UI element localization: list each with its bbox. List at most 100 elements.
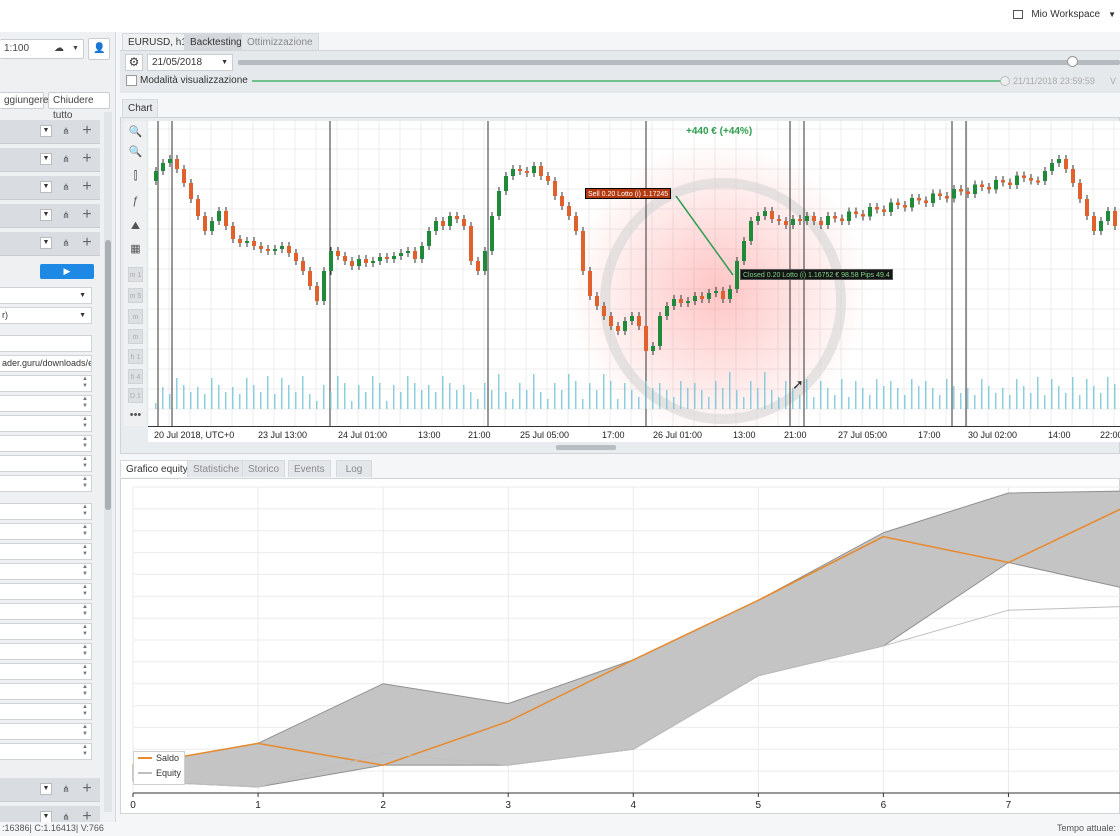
param-field[interactable]: ▲ ▼	[0, 583, 92, 600]
sliders-icon[interactable]: ⋔	[60, 153, 72, 165]
strategy-row[interactable]: ▼ ⋔ +	[0, 232, 100, 256]
stepper-icon[interactable]: ▲ ▼	[82, 664, 88, 678]
tab-equity[interactable]: Grafico equity	[120, 460, 194, 477]
stepper-icon[interactable]: ▲ ▼	[82, 396, 88, 410]
stepper-icon[interactable]: ▲ ▼	[82, 704, 88, 718]
plus-icon[interactable]: +	[80, 122, 94, 140]
tab-optimization[interactable]: Ottimizzazione	[241, 33, 319, 50]
param-field[interactable]: ▲ ▼	[0, 375, 92, 392]
start-date-input[interactable]: 21/05/2018 ▼	[147, 54, 233, 71]
tab-symbol[interactable]: EURUSD, h1	[122, 33, 193, 50]
plus-icon[interactable]: +	[80, 206, 94, 224]
objects-icon[interactable]: ⛰	[128, 219, 143, 234]
param-field[interactable]: ▲ ▼	[0, 475, 92, 492]
price-chart-svg[interactable]	[147, 121, 1120, 441]
param-field[interactable]: ▲ ▼	[0, 623, 92, 640]
layout-icon[interactable]	[1013, 10, 1024, 19]
workspace-label[interactable]: Mio Workspace	[1031, 9, 1100, 20]
equity-chart[interactable]: 0 1 2 3 4 5 6 7	[121, 479, 1120, 815]
indicator-icon[interactable]: ƒ	[128, 194, 143, 209]
chevron-down-icon[interactable]: ▼	[40, 237, 52, 249]
stepper-icon[interactable]: ▲ ▼	[82, 564, 88, 578]
timeframe-m1[interactable]: m 1	[128, 267, 143, 282]
tab-chart[interactable]: Chart	[122, 99, 159, 117]
plus-icon[interactable]: +	[80, 234, 94, 252]
strategy-row[interactable]: ▼ ⋔ +	[0, 120, 100, 144]
price-chart[interactable]: +440 € (+44%) Sell 0.20 Lotto (i) 1.1724…	[147, 121, 1120, 441]
sliders-icon[interactable]: ⋔	[60, 783, 72, 795]
sliders-icon[interactable]: ⋔	[60, 237, 72, 249]
param-field[interactable]: ▲ ▼	[0, 703, 92, 720]
speed-slider-handle[interactable]	[1067, 56, 1078, 67]
close-all-button[interactable]: Chiudere tutto	[48, 92, 110, 121]
tab-statistics[interactable]: Statistiche	[187, 460, 246, 477]
param-field[interactable]: ▲ ▼	[0, 603, 92, 620]
param-field[interactable]: ▲ ▼	[0, 395, 92, 412]
timeframe-m5[interactable]: m 5	[128, 288, 143, 303]
speed-slider-track[interactable]	[238, 60, 1120, 65]
settings-button[interactable]: ⚙	[125, 54, 143, 71]
candles-icon[interactable]: ⫿	[128, 169, 143, 184]
timeframe-h4[interactable]: h 4	[128, 369, 143, 384]
param-field[interactable]: ▲ ▼	[0, 415, 92, 432]
zoom-out-icon[interactable]: 🔍	[128, 145, 143, 160]
plus-icon[interactable]: +	[80, 780, 94, 798]
tab-log[interactable]: Log	[336, 460, 372, 477]
visual-mode-checkbox[interactable]	[126, 75, 137, 86]
param-field[interactable]: ▲ ▼	[0, 543, 92, 560]
strategy-row[interactable]: ▼ ⋔ +	[0, 148, 100, 172]
stepper-icon[interactable]: ▲ ▼	[82, 376, 88, 390]
stepper-icon[interactable]: ▲ ▼	[82, 684, 88, 698]
param-field[interactable]: ▲ ▼	[0, 683, 92, 700]
select-field[interactable]: ▼	[0, 287, 92, 304]
param-field[interactable]: ▲ ▼	[0, 435, 92, 452]
add-button[interactable]: ggiungere	[0, 92, 48, 109]
strategy-row[interactable]: ▼ ⋔ +	[0, 176, 100, 200]
param-field[interactable]: ▲ ▼	[0, 743, 92, 760]
stepper-icon[interactable]: ▲ ▼	[82, 584, 88, 598]
text-field[interactable]	[0, 335, 92, 352]
timeframe-m30[interactable]: m 30	[128, 329, 143, 356]
stepper-icon[interactable]: ▲ ▼	[82, 604, 88, 618]
chevron-down-icon[interactable]: ▼	[40, 153, 52, 165]
workspace-menu[interactable]: Mio Workspace ▼	[1013, 9, 1116, 20]
plus-icon[interactable]: +	[80, 178, 94, 196]
strategy-row[interactable]: ▼ ⋔ +	[0, 204, 100, 228]
chevron-down-icon[interactable]: ▼	[40, 181, 52, 193]
url-field[interactable]: ader.guru/downloads/e	[0, 355, 92, 372]
param-field[interactable]: ▲ ▼	[0, 503, 92, 520]
sliders-icon[interactable]: ⋔	[60, 125, 72, 137]
stepper-icon[interactable]: ▲ ▼	[82, 524, 88, 538]
stepper-icon[interactable]: ▲ ▼	[82, 436, 88, 450]
param-field[interactable]: ▲ ▼	[0, 723, 92, 740]
zoom-in-icon[interactable]: 🔍	[128, 125, 143, 140]
stepper-icon[interactable]: ▲ ▼	[82, 744, 88, 758]
timeframe-d1[interactable]: D 1	[128, 388, 143, 403]
param-field[interactable]: ▲ ▼	[0, 563, 92, 580]
param-field[interactable]: ▲ ▼	[0, 663, 92, 680]
strategy-row[interactable]: ▼ ⋔ +	[0, 778, 100, 802]
left-scrollbar-thumb[interactable]	[105, 240, 111, 510]
stepper-icon[interactable]: ▲ ▼	[82, 544, 88, 558]
stepper-icon[interactable]: ▲ ▼	[82, 504, 88, 518]
param-field[interactable]: ▲ ▼	[0, 523, 92, 540]
chevron-down-icon[interactable]: ▼	[40, 783, 52, 795]
timeframe-h1[interactable]: h 1	[128, 349, 143, 364]
select-field[interactable]: r) ▼	[0, 307, 92, 324]
tab-events[interactable]: Events	[288, 460, 331, 477]
tab-backtesting[interactable]: Backtesting	[184, 33, 248, 50]
sliders-icon[interactable]: ⋔	[60, 181, 72, 193]
progress-handle[interactable]	[1000, 76, 1010, 86]
sliders-icon[interactable]: ⋔	[60, 209, 72, 221]
more-icon[interactable]: •••	[128, 408, 143, 423]
stepper-icon[interactable]: ▲ ▼	[82, 456, 88, 470]
run-button[interactable]: ▶	[40, 264, 94, 279]
param-field[interactable]: ▲ ▼	[0, 455, 92, 472]
leverage-select[interactable]: 1:100 ☁ ▼	[0, 39, 84, 59]
stepper-icon[interactable]: ▲ ▼	[82, 476, 88, 490]
template-icon[interactable]: ▦	[128, 242, 143, 257]
progress-track[interactable]	[252, 80, 1006, 82]
user-button[interactable]: 👤	[88, 38, 110, 60]
timeframe-m15[interactable]: m 15	[128, 309, 143, 336]
plus-icon[interactable]: +	[80, 150, 94, 168]
